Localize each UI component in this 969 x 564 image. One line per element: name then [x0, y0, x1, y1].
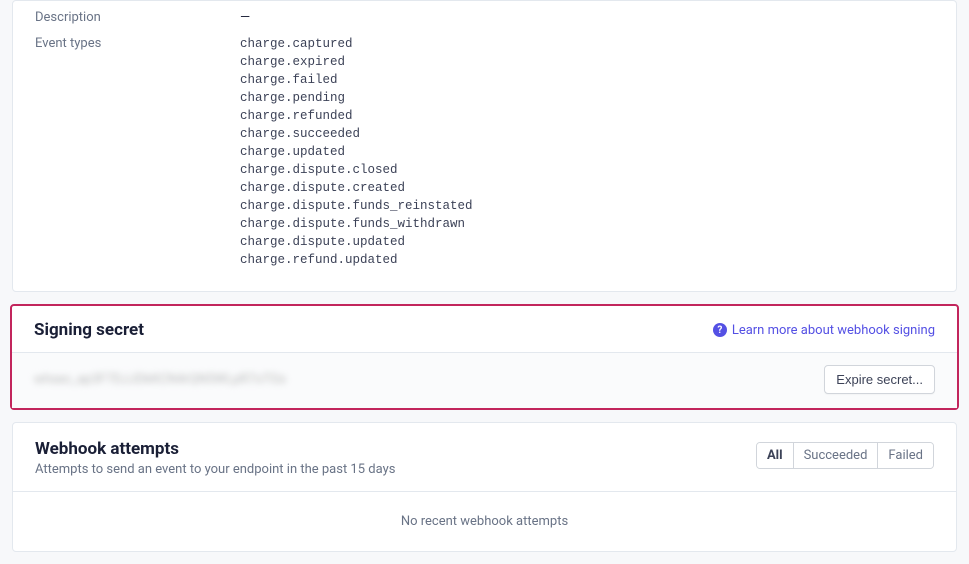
- attempts-empty-message: No recent webhook attempts: [13, 492, 956, 551]
- filter-all[interactable]: All: [757, 443, 794, 468]
- question-icon: ?: [713, 323, 727, 337]
- expire-secret-button[interactable]: Expire secret...: [824, 365, 935, 394]
- filter-failed[interactable]: Failed: [878, 443, 933, 468]
- event-type: charge.dispute.created: [240, 179, 473, 197]
- signing-secret-value: whsec_ap3F7DJJDkKCN4rQN5WLpR7oTGs: [34, 372, 286, 387]
- event-type: charge.dispute.closed: [240, 161, 473, 179]
- filter-succeeded[interactable]: Succeeded: [794, 443, 879, 468]
- event-type: charge.refund.updated: [240, 251, 473, 269]
- learn-more-text: Learn more about webhook signing: [732, 323, 935, 338]
- webhook-attempts-title: Webhook attempts: [35, 439, 395, 459]
- webhook-info-card: Description — Event types charge.capture…: [12, 0, 957, 292]
- description-label: Description: [35, 9, 240, 27]
- webhook-attempts-card: Webhook attempts Attempts to send an eve…: [12, 422, 957, 552]
- webhook-attempts-subtitle: Attempts to send an event to your endpoi…: [35, 462, 395, 477]
- event-type: charge.expired: [240, 53, 473, 71]
- description-value: —: [240, 9, 250, 27]
- signing-secret-card: Signing secret ? Learn more about webhoo…: [10, 304, 959, 410]
- event-type: charge.succeeded: [240, 125, 473, 143]
- event-types-list: charge.captured charge.expired charge.fa…: [240, 35, 473, 269]
- event-types-label: Event types: [35, 35, 240, 53]
- event-type: charge.refunded: [240, 107, 473, 125]
- attempts-filter: All Succeeded Failed: [756, 442, 934, 469]
- event-type: charge.pending: [240, 89, 473, 107]
- event-type: charge.dispute.updated: [240, 233, 473, 251]
- event-type: charge.dispute.funds_reinstated: [240, 197, 473, 215]
- event-types-row: Event types charge.captured charge.expir…: [35, 31, 934, 273]
- event-type: charge.failed: [240, 71, 473, 89]
- signing-secret-title: Signing secret: [34, 320, 144, 340]
- learn-more-link[interactable]: ? Learn more about webhook signing: [713, 323, 935, 338]
- event-type: charge.updated: [240, 143, 473, 161]
- description-row: Description —: [35, 5, 934, 31]
- event-type: charge.captured: [240, 35, 473, 53]
- event-type: charge.dispute.funds_withdrawn: [240, 215, 473, 233]
